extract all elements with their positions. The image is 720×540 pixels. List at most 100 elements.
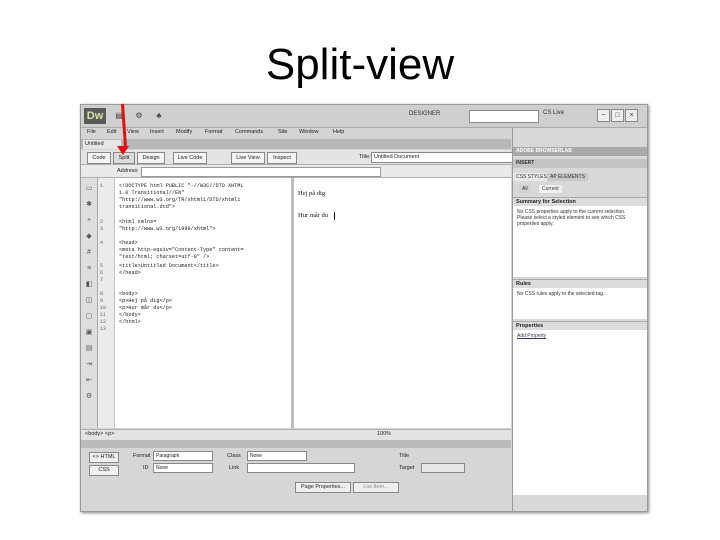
status-bar: [81, 429, 511, 440]
menu-commands[interactable]: Commands: [235, 129, 263, 135]
line-number: 4: [100, 240, 104, 246]
tab-ap-elements[interactable]: AP ELEMENTS: [547, 173, 588, 181]
class-label: Class: [227, 453, 241, 459]
rules-title: Rules: [513, 279, 647, 288]
document-tab[interactable]: Untitled: [83, 140, 121, 149]
address-label: Address:: [117, 168, 139, 174]
line-numbers-icon[interactable]: ≡: [85, 265, 93, 273]
all-mode-button[interactable]: All: [519, 185, 531, 193]
page-properties-button[interactable]: Page Properties...: [295, 482, 351, 493]
site-icon[interactable]: ♣: [153, 111, 165, 121]
workspace-switcher[interactable]: DESIGNER: [409, 111, 440, 121]
dreamweaver-window: Dw ▤ ⚙ ♣ DESIGNER CS Live − □ × File Edi…: [80, 104, 648, 512]
tab-css-styles[interactable]: CSS STYLES: [513, 173, 550, 181]
design-paragraph: Hej på dig: [298, 190, 326, 197]
code-line: <title>Untitled Document</title>: [119, 263, 219, 269]
menu-view[interactable]: View: [127, 129, 139, 135]
collapse-tag-icon[interactable]: ✱: [85, 201, 93, 209]
extend-icon[interactable]: ⚙: [133, 111, 145, 121]
tag-selector[interactable]: <body> <p>: [85, 431, 114, 437]
current-mode-button[interactable]: Current: [539, 185, 562, 193]
format-select[interactable]: Paragraph: [153, 451, 213, 461]
line-number: 8: [100, 291, 104, 297]
code-line: <head>: [119, 240, 138, 246]
code-line: "http://www.w3.org/TR/xhtml1/DTD/xhtml1: [119, 197, 241, 203]
id-label: ID: [143, 465, 149, 471]
select-parent-icon[interactable]: ◆: [85, 233, 93, 241]
add-property-link[interactable]: Add Property: [517, 333, 637, 339]
menu-format[interactable]: Format: [205, 129, 222, 135]
link-input[interactable]: [247, 463, 355, 473]
red-arrow-icon: [117, 146, 129, 155]
code-line: </html>: [119, 319, 141, 325]
class-select[interactable]: None: [247, 451, 307, 461]
code-line: 1.0 Transitional//EN": [119, 190, 185, 196]
address-input[interactable]: [141, 167, 381, 177]
inspect-button[interactable]: Inspect: [267, 152, 297, 164]
rules-text: No CSS rules apply to the selected tag.: [517, 291, 605, 297]
close-button[interactable]: ×: [625, 109, 638, 122]
expand-all-icon[interactable]: +: [85, 217, 93, 225]
format-icon[interactable]: ⚙: [85, 393, 93, 401]
indent-icon[interactable]: ⇥: [85, 361, 93, 369]
code-line: </body>: [119, 312, 141, 318]
code-line: "text/html; charset=utf-8" />: [119, 254, 210, 260]
highlight-invalid-icon[interactable]: ◧: [85, 281, 93, 289]
code-line: transitional.dtd">: [119, 204, 176, 210]
help-search-input[interactable]: [469, 110, 539, 123]
line-number: 3: [100, 226, 104, 232]
menu-file[interactable]: File: [87, 129, 96, 135]
uncomment-icon[interactable]: ▤: [85, 345, 93, 353]
code-line: <p>Hej på dig</p>: [119, 298, 172, 304]
live-code-button[interactable]: Live Code: [173, 152, 207, 164]
zoom-level[interactable]: 100%: [377, 431, 391, 437]
line-number: 6: [100, 270, 104, 276]
properties-section: [513, 321, 647, 495]
live-view-button[interactable]: Live View: [231, 152, 265, 164]
minimize-button[interactable]: −: [597, 109, 610, 122]
design-paragraph: Hur mår du: [298, 212, 328, 219]
list-item-button[interactable]: List Item...: [353, 482, 399, 493]
document-tab-bar: [81, 139, 511, 149]
menu-bar: [81, 128, 511, 138]
design-view-button[interactable]: Design: [137, 152, 165, 164]
menu-site[interactable]: Site: [278, 129, 287, 135]
line-number: 5: [100, 263, 104, 269]
slide-title: Split-view: [265, 40, 455, 89]
properties-title: Properties: [513, 321, 647, 330]
properties-header: [81, 440, 511, 448]
format-label: Format: [133, 453, 151, 459]
code-line: </head>: [119, 270, 141, 276]
insert-panel-header[interactable]: INSERT: [513, 159, 647, 168]
syntax-icon[interactable]: ▢: [85, 313, 93, 321]
outdent-icon[interactable]: ⇤: [85, 377, 93, 385]
maximize-button[interactable]: □: [611, 109, 624, 122]
line-number: 11: [100, 312, 107, 318]
title-prop-label: Title: [399, 453, 410, 459]
line-number: 1: [100, 183, 104, 189]
html-mode-button[interactable]: <> HTML: [89, 452, 119, 463]
target-select[interactable]: [421, 463, 465, 473]
code-view-button[interactable]: Code: [87, 152, 111, 164]
balance-braces-icon[interactable]: #: [85, 249, 93, 257]
comment-icon[interactable]: ▣: [85, 329, 93, 337]
menu-insert[interactable]: Insert: [150, 129, 164, 135]
code-line: "http://www.w3.org/1999/xhtml">: [119, 226, 216, 232]
line-number: 10: [100, 305, 107, 311]
app-titlebar: [81, 105, 647, 128]
menu-edit[interactable]: Edit: [107, 129, 116, 135]
css-mode-button[interactable]: CSS: [89, 465, 119, 476]
id-select[interactable]: None: [153, 463, 213, 473]
code-line: <html xmlns=: [119, 219, 157, 225]
wrap-icon[interactable]: ◫: [85, 297, 93, 305]
browserlab-panel-header[interactable]: ADOBE BROWSERLAB: [513, 147, 647, 156]
open-documents-icon[interactable]: ▭: [85, 185, 93, 193]
document-title-input[interactable]: Untitled Document: [371, 152, 515, 163]
target-label: Target: [399, 465, 415, 471]
menu-window[interactable]: Window: [299, 129, 319, 135]
menu-help[interactable]: Help: [333, 129, 344, 135]
menu-modify[interactable]: Modify: [176, 129, 192, 135]
dw-logo: Dw: [84, 108, 106, 124]
code-line: <p>Hur mår du</p>: [119, 305, 172, 311]
cs-live-button[interactable]: CS Live: [543, 110, 564, 116]
